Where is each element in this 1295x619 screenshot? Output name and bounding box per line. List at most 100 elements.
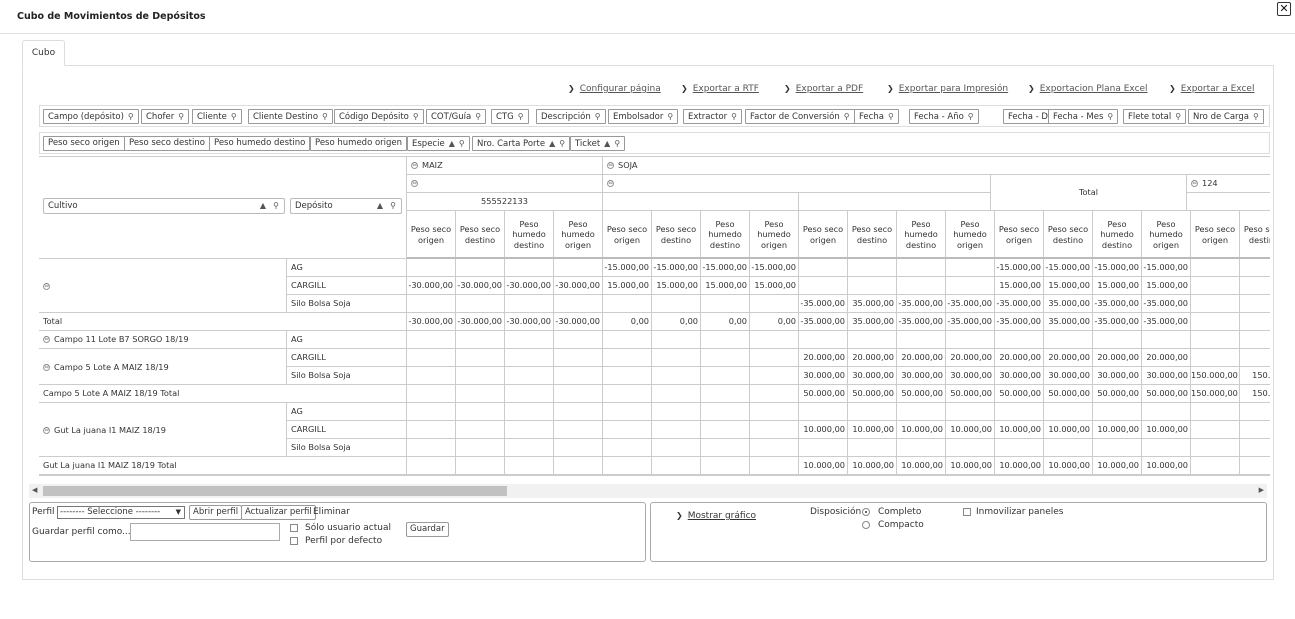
collapse-icon[interactable]: ⊟ (1191, 180, 1198, 187)
filter-icon[interactable]: ⚲ (475, 110, 481, 123)
layout-complete-radio[interactable] (862, 508, 870, 516)
layout-compact-radio[interactable] (862, 521, 870, 529)
sort-asc-icon[interactable]: ▲ (260, 199, 266, 213)
filter-icon[interactable]: ⚲ (178, 110, 184, 123)
sort-asc-icon[interactable]: ▲ (449, 137, 455, 150)
scroll-right-icon[interactable]: ▶ (1259, 486, 1264, 494)
filter-field-14[interactable]: Fecha - Mes ⚲ (1048, 109, 1119, 124)
filter-field-3[interactable]: Cliente Destino ⚲ (248, 109, 333, 124)
filter-field-1[interactable]: Chofer ⚲ (141, 109, 190, 124)
delete-profile-link[interactable]: Eliminar (313, 507, 350, 517)
show-chart-link[interactable]: Mostrar gráfico (676, 511, 756, 521)
sort-asc-icon[interactable]: ▲ (604, 137, 610, 150)
table-cell (407, 259, 456, 277)
scroll-left-icon[interactable]: ◀ (32, 486, 37, 494)
collapse-icon[interactable]: ⊟ (43, 427, 50, 434)
collapse-icon[interactable]: ⊟ (411, 162, 418, 169)
filter-icon[interactable]: ⚲ (667, 110, 673, 123)
profile-name-input[interactable] (130, 523, 280, 541)
table-cell: 50.000,00 (1093, 385, 1142, 403)
collapse-icon[interactable]: ⊟ (43, 336, 50, 343)
filter-icon[interactable]: ⚲ (518, 110, 524, 123)
filter-icon[interactable]: ⚲ (595, 110, 601, 123)
table-cell: -30.000,00 (407, 277, 456, 295)
filter-field-15[interactable]: Flete total ⚲ (1123, 109, 1187, 124)
freeze-panes-checkbox[interactable] (963, 508, 971, 516)
table-cell (505, 295, 554, 313)
data-field-0[interactable]: Peso seco origen (43, 136, 125, 151)
filter-field-7[interactable]: Descripción ⚲ (536, 109, 606, 124)
collapse-icon[interactable]: ⊟ (43, 364, 50, 371)
col-ticket-1 (603, 193, 799, 211)
filter-icon[interactable]: ⚲ (231, 110, 237, 123)
data-field-3[interactable]: Peso humedo origen (310, 136, 408, 151)
update-profile-button[interactable]: Actualizar perfil (241, 505, 316, 520)
collapse-icon[interactable]: ⊟ (411, 180, 418, 187)
filter-field-11[interactable]: Fecha ⚲ (854, 109, 899, 124)
row-field-deposito[interactable]: Depósito ▲ ⚲ (290, 198, 402, 214)
data-field-2[interactable]: Peso humedo destino (209, 136, 311, 151)
filter-icon[interactable]: ⚲ (1175, 110, 1181, 123)
table-cell (505, 439, 554, 457)
filter-field-4[interactable]: Código Depósito ⚲ (334, 109, 424, 124)
scrollbar-thumb[interactable] (43, 486, 507, 496)
collapse-icon[interactable]: ⊟ (43, 283, 50, 290)
tab-cubo[interactable]: Cubo (22, 40, 65, 66)
table-cell: 10.000,00 (946, 421, 995, 439)
table-cell (652, 385, 701, 403)
filter-field-9[interactable]: Extractor ⚲ (683, 109, 742, 124)
filter-icon[interactable]: ⚲ (888, 110, 894, 123)
table-cell: 20.000,00 (1093, 349, 1142, 367)
filter-field-12[interactable]: Fecha - Año ⚲ (909, 109, 979, 124)
collapse-icon[interactable]: ⊟ (607, 180, 614, 187)
filter-icon[interactable]: ⚲ (273, 199, 279, 213)
filter-icon[interactable]: ⚲ (128, 110, 134, 123)
data-field-1[interactable]: Peso seco destino (124, 136, 210, 151)
export-flat-excel-link[interactable]: Exportacion Plana Excel (1028, 84, 1148, 94)
layout-label: Disposición (810, 507, 862, 517)
table-cell (848, 331, 897, 349)
filter-icon[interactable]: ⚲ (1107, 110, 1113, 123)
filter-icon[interactable]: ⚲ (731, 110, 737, 123)
save-profile-button[interactable]: Guardar (406, 522, 449, 537)
filter-icon[interactable]: ⚲ (614, 137, 620, 150)
collapse-icon[interactable]: ⊟ (607, 162, 614, 169)
close-icon[interactable]: ✕ (1277, 2, 1291, 16)
sort-asc-icon[interactable]: ▲ (549, 137, 555, 150)
export-rtf-link[interactable]: Exportar a RTF (681, 84, 759, 94)
horizontal-scrollbar[interactable]: ◀ ▶ (29, 484, 1267, 498)
filter-field-2[interactable]: Cliente ⚲ (192, 109, 242, 124)
default-profile-checkbox[interactable] (290, 537, 298, 545)
filter-field-0[interactable]: Campo (depósito) ⚲ (43, 109, 139, 124)
export-excel-link[interactable]: Exportar a Excel (1169, 84, 1255, 94)
filter-icon[interactable]: ⚲ (322, 110, 328, 123)
filter-icon[interactable]: ⚲ (559, 137, 565, 150)
table-cell (603, 349, 652, 367)
profile-select[interactable]: -------- Seleccione -------- ▼ (57, 506, 185, 519)
measure-header-3: Peso humedo origen (554, 211, 603, 259)
export-print-link[interactable]: Exportar para Impresión (887, 84, 1008, 94)
filter-icon[interactable]: ⚲ (844, 110, 850, 123)
current-user-checkbox[interactable] (290, 524, 298, 532)
open-profile-button[interactable]: Abrir perfil (189, 505, 243, 520)
filter-field-5[interactable]: COT/Guía ⚲ (426, 109, 487, 124)
field-label: Fecha - Año (914, 112, 964, 122)
filter-field-10[interactable]: Factor de Conversión ⚲ (745, 109, 855, 124)
column-field-1[interactable]: Nro. Carta Porte ▲ ⚲ (472, 136, 571, 151)
column-field-0[interactable]: Especie ▲ ⚲ (407, 136, 470, 151)
configure-page-link[interactable]: Configurar página (568, 84, 661, 94)
filter-icon[interactable]: ⚲ (413, 110, 419, 123)
export-pdf-link[interactable]: Exportar a PDF (784, 84, 863, 94)
filter-icon[interactable]: ⚲ (390, 199, 396, 213)
filter-icon[interactable]: ⚲ (968, 110, 974, 123)
filter-icon[interactable]: ⚲ (459, 137, 465, 150)
filter-field-8[interactable]: Embolsador ⚲ (608, 109, 679, 124)
default-profile-label: Perfil por defecto (305, 536, 383, 546)
filter-icon[interactable]: ⚲ (1253, 110, 1259, 123)
row-field-cultivo[interactable]: Cultivo ▲ ⚲ (43, 198, 285, 214)
column-field-2[interactable]: Ticket ▲ ⚲ (570, 136, 626, 151)
filter-field-16[interactable]: Nro de Carga ⚲ (1188, 109, 1264, 124)
filter-field-6[interactable]: CTG ⚲ (491, 109, 529, 124)
window-title: Cubo de Movimientos de Depósitos (17, 11, 206, 22)
sort-asc-icon[interactable]: ▲ (377, 199, 383, 213)
